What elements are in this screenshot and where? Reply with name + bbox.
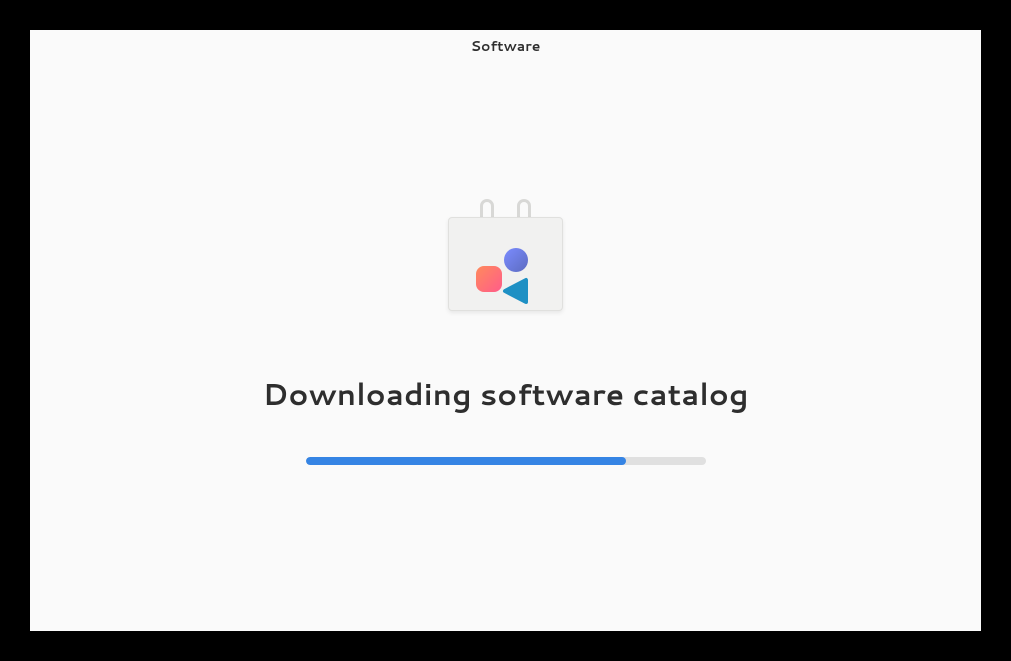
orange-square-icon [476, 266, 502, 292]
status-message: Downloading software catalog [262, 372, 748, 415]
app-window: Software Downloading software catalog [30, 30, 981, 631]
purple-circle-icon [504, 248, 528, 272]
progress-bar [306, 457, 706, 465]
main-content: Downloading software catalog [30, 62, 981, 631]
bag-handle-left-icon [480, 199, 494, 219]
bag-body-icon [448, 217, 563, 311]
progress-fill [306, 457, 626, 465]
bag-handle-right-icon [517, 199, 531, 219]
window-title: Software [471, 36, 541, 56]
blue-triangle-icon [501, 276, 531, 306]
software-bag-icon [448, 199, 563, 314]
titlebar: Software [30, 30, 981, 62]
